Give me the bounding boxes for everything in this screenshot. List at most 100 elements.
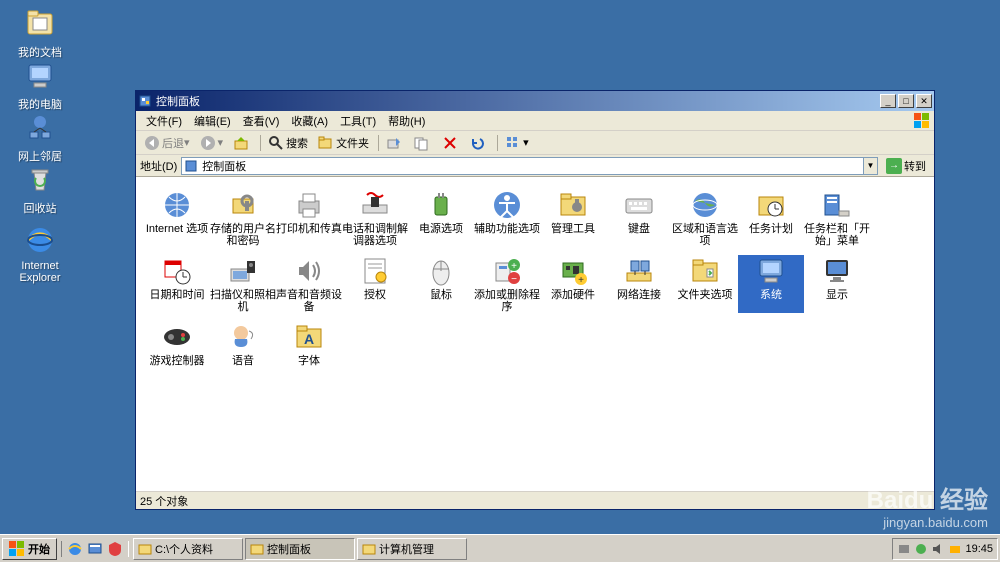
cp-item-taskbar-start[interactable]: 任务栏和「开始」菜单 (804, 189, 870, 247)
cp-item-system[interactable]: 系统 (738, 255, 804, 313)
start-button[interactable]: 开始 (2, 538, 57, 560)
cp-item-modem[interactable]: 电话和调制解调器选项 (342, 189, 408, 247)
task-button[interactable]: 计算机管理 (357, 538, 467, 560)
computer-mgmt-icon (362, 542, 376, 556)
cp-item-folder-options[interactable]: 文件夹选项 (672, 255, 738, 313)
cp-item-game-controllers[interactable]: 游戏控制器 (144, 321, 210, 367)
menu-a[interactable]: 收藏(A) (285, 111, 334, 131)
ie-icon (24, 224, 56, 256)
svg-text:−: − (511, 274, 517, 285)
address-bar: 地址(D) 控制面板 ▼ → 转到 (136, 155, 934, 177)
tray-icon-1[interactable] (897, 542, 911, 556)
control-panel-icon (184, 159, 198, 173)
cp-item-label: 任务计划 (738, 223, 804, 235)
cp-item-label: 语音 (210, 355, 276, 367)
desktop-icon-documents-icon[interactable]: 我的文档 (5, 8, 75, 60)
desktop-icon-label: 回收站 (5, 200, 75, 216)
up-button[interactable] (229, 133, 255, 153)
desktop-icon-recycle-icon[interactable]: 回收站 (5, 164, 75, 216)
cp-item-add-remove[interactable]: +−添加或删除程序 (474, 255, 540, 313)
delete-icon (442, 135, 458, 151)
cp-item-display[interactable]: 显示 (804, 255, 870, 313)
cp-item-accessibility[interactable]: 辅助功能选项 (474, 189, 540, 247)
cp-item-label: 游戏控制器 (144, 355, 210, 367)
svg-text:+: + (578, 275, 584, 286)
cp-item-scanners[interactable]: 扫描仪和照相机 (210, 255, 276, 313)
menu-t[interactable]: 工具(T) (334, 111, 382, 131)
desktop-icon-label: 我的电脑 (5, 96, 75, 112)
up-icon (233, 135, 249, 151)
close-button[interactable]: ✕ (916, 94, 932, 108)
back-button[interactable]: 后退 ▾ (140, 133, 194, 153)
cp-item-label: 辅助功能选项 (474, 223, 540, 235)
menu-f[interactable]: 文件(F) (140, 111, 188, 131)
desktop-icon-ie-icon[interactable]: Internet Explorer (5, 224, 75, 284)
menu-v[interactable]: 查看(V) (237, 111, 286, 131)
move-to-button[interactable] (382, 133, 408, 153)
desktop-icon-computer-icon[interactable]: 我的电脑 (5, 60, 75, 112)
maximize-button[interactable]: □ (898, 94, 914, 108)
tray-icon-4[interactable] (948, 542, 962, 556)
datetime-icon (161, 255, 193, 287)
address-input[interactable]: 控制面板 (181, 157, 864, 175)
folders-button[interactable]: 文件夹 (314, 133, 373, 153)
menu-h[interactable]: 帮助(H) (382, 111, 431, 131)
cp-item-keyboard[interactable]: 键盘 (606, 189, 672, 247)
cp-item-label: Internet 选项 (144, 223, 210, 235)
cp-item-label: 区域和语言选项 (672, 223, 738, 247)
cp-item-fonts[interactable]: A字体 (276, 321, 342, 367)
cp-item-label: 打印机和传真 (276, 223, 342, 235)
forward-button[interactable]: ▾ (196, 133, 228, 153)
task-label: C:\个人资料 (155, 541, 213, 557)
delete-button[interactable] (438, 133, 464, 153)
cp-item-sound[interactable]: 声音和音频设备 (276, 255, 342, 313)
svg-text:A: A (304, 331, 314, 347)
task-button[interactable]: 控制面板 (245, 538, 355, 560)
task-button[interactable]: C:\个人资料 (133, 538, 243, 560)
cp-item-label: 鼠标 (408, 289, 474, 301)
cp-item-power[interactable]: 电源选项 (408, 189, 474, 247)
cp-item-speech[interactable]: 语音 (210, 321, 276, 367)
titlebar[interactable]: 控制面板 _ □ ✕ (136, 91, 934, 111)
cp-item-label: 网络连接 (606, 289, 672, 301)
cp-item-printers[interactable]: 打印机和传真 (276, 189, 342, 247)
keyboard-icon (623, 189, 655, 221)
address-dropdown-button[interactable]: ▼ (864, 157, 878, 175)
windows-flag-icon (9, 541, 25, 557)
window-title: 控制面板 (156, 93, 200, 109)
cp-item-scheduled-tasks[interactable]: 任务计划 (738, 189, 804, 247)
cp-item-regional[interactable]: 区域和语言选项 (672, 189, 738, 247)
views-button[interactable]: ▾ (501, 133, 533, 153)
printers-icon (293, 189, 325, 221)
minimize-button[interactable]: _ (880, 94, 896, 108)
accessibility-icon (491, 189, 523, 221)
cp-item-admin-tools[interactable]: 管理工具 (540, 189, 606, 247)
licensing-icon (359, 255, 391, 287)
content-area[interactable]: Internet 选项存储的用户名和密码打印机和传真电话和调制解调器选项电源选项… (136, 177, 934, 491)
cp-item-internet-options[interactable]: Internet 选项 (144, 189, 210, 247)
copy-to-button[interactable] (410, 133, 436, 153)
cp-item-licensing[interactable]: 授权 (342, 255, 408, 313)
tray-icon-2[interactable] (914, 542, 928, 556)
menu-e[interactable]: 编辑(E) (188, 111, 237, 131)
desktop-icon-network-icon[interactable]: 网上邻居 (5, 112, 75, 164)
cp-item-label: 键盘 (606, 223, 672, 235)
show-desktop-icon[interactable] (87, 541, 103, 557)
cp-item-network-connections[interactable]: 网络连接 (606, 255, 672, 313)
security-icon[interactable] (107, 541, 123, 557)
cp-item-mouse[interactable]: 鼠标 (408, 255, 474, 313)
cp-item-stored-passwords[interactable]: 存储的用户名和密码 (210, 189, 276, 247)
clock[interactable]: 19:45 (965, 543, 993, 555)
system-tray[interactable]: 19:45 (892, 538, 998, 560)
go-button[interactable]: → 转到 (882, 157, 930, 175)
cp-item-add-hardware[interactable]: +添加硬件 (540, 255, 606, 313)
volume-icon[interactable] (931, 542, 945, 556)
modem-icon (359, 189, 391, 221)
search-button[interactable]: 搜索 (264, 133, 312, 153)
undo-button[interactable] (466, 133, 492, 153)
search-icon (268, 135, 284, 151)
task-label: 计算机管理 (379, 541, 434, 557)
add-remove-icon: +− (491, 255, 523, 287)
cp-item-datetime[interactable]: 日期和时间 (144, 255, 210, 313)
ie-icon[interactable] (67, 541, 83, 557)
